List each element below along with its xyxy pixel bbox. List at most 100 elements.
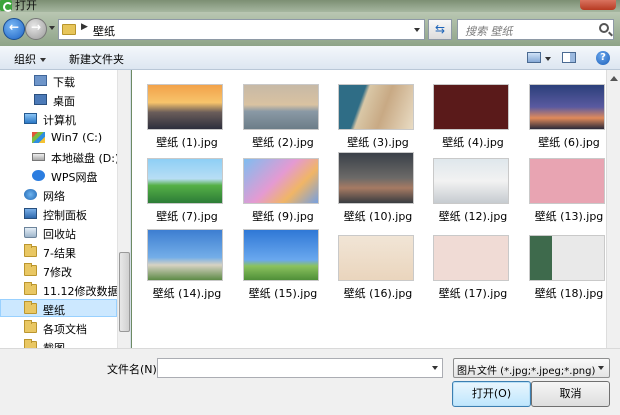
sidebar-scrollbar[interactable] [117,70,130,348]
view-options-dropdown[interactable] [545,57,551,61]
file-thumbnail [338,84,414,130]
folder-icon [24,244,37,257]
recent-locations-dropdown[interactable] [49,26,55,30]
file-thumbnail [529,158,605,204]
scroll-up-icon[interactable] [610,76,618,81]
downloads-folder-icon [34,75,47,86]
wps-cloud-icon [32,170,45,181]
refresh-button[interactable]: ⇆ [428,19,452,40]
sidebar-item-label: 7-结果 [43,247,76,260]
command-bar: 组织 新建文件夹 ? [0,46,620,70]
filename-input[interactable] [157,358,443,378]
filetype-select[interactable]: 图片文件 (*.jpg;*.jpeg;*.png) [453,358,610,378]
folder-icon [24,301,37,314]
sidebar-item-label: WPS网盘 [51,171,98,184]
search-input[interactable]: 搜索 壁纸 [457,19,614,40]
sidebar-item-label: 截图 [43,340,65,348]
file-name: 壁纸 (6).jpg [538,136,600,149]
file-name: 壁纸 (18).jpg [534,287,604,300]
desktop-icon [34,94,47,105]
new-folder-button[interactable]: 新建文件夹 [69,51,124,67]
folder-icon [24,339,37,348]
view-options-icon[interactable] [527,52,541,63]
sidebar-item-label: 桌面 [53,95,75,108]
recycle-bin-icon [24,227,37,238]
dialog-footer: 文件名(N): 图片文件 (*.jpg;*.jpeg;*.png) 打开(O) … [0,348,620,415]
preview-pane-icon[interactable] [562,52,576,63]
chevron-down-icon[interactable] [432,366,438,370]
file-thumbnail [433,84,509,130]
breadcrumb-current[interactable]: 壁纸 [93,23,115,39]
sidebar-item-label: 计算机 [43,114,76,127]
file-thumbnail [433,158,509,204]
sidebar-item-label: 网络 [43,190,65,203]
sidebar-item-label: 各项文档 [43,323,87,336]
sidebar-item-label: 本地磁盘 (D:) [51,152,120,165]
sidebar-item-label: Win7 (C:) [51,131,103,144]
address-row: ← → ▶ 壁纸 ⇆ 搜索 壁纸 [0,12,620,46]
open-button[interactable]: 打开(O) [452,381,531,407]
sidebar-item-label: 控制面板 [43,209,87,222]
drive-icon [32,153,45,161]
file-list-scrollbar[interactable] [606,70,620,348]
forward-button[interactable]: → [25,18,47,40]
folder-icon [24,263,37,276]
cancel-button[interactable]: 取消 [531,381,610,407]
file-name: 壁纸 (4).jpg [442,136,504,149]
file-thumbnail [529,84,605,130]
file-thumbnail [243,84,319,130]
breadcrumb-chevron-icon[interactable]: ▶ [81,22,88,32]
computer-icon [24,113,37,124]
file-thumbnail [147,84,223,130]
address-history-dropdown[interactable] [411,19,425,40]
address-bar[interactable]: ▶ 壁纸 [58,19,425,40]
sidebar-item-label: 11.12修改数据 [43,285,119,298]
folder-icon [24,320,37,333]
file-name: 壁纸 (9).jpg [252,210,314,223]
title-bar: 打开 [0,0,620,12]
file-thumbnail [338,152,414,204]
folder-icon [24,282,37,295]
file-name: 壁纸 (10).jpg [343,210,413,223]
file-thumbnail [433,235,509,281]
network-icon [24,189,37,200]
file-name: 壁纸 (1).jpg [156,136,218,149]
control-panel-icon [24,208,37,219]
file-name: 壁纸 (16).jpg [343,287,413,300]
filetype-value: 图片文件 (*.jpg;*.jpeg;*.png) [457,366,596,377]
file-name: 壁纸 (14).jpg [152,287,222,300]
file-thumbnail [243,229,319,281]
sidebar-item-label: 7修改 [43,266,72,279]
file-thumbnail [243,158,319,204]
navigation-pane: 下载 桌面 计算机 Win7 (C:) 本地磁盘 (D:) WPS网盘 网络 控… [0,70,131,348]
windows-drive-icon [32,132,45,143]
file-thumbnail [529,235,605,281]
file-thumbnail [147,158,223,204]
chevron-down-icon [598,366,604,370]
forward-arrow-icon: → [30,20,42,34]
file-name: 壁纸 (15).jpg [248,287,318,300]
help-icon[interactable]: ? [596,51,610,65]
file-thumbnail [338,235,414,281]
file-name: 壁纸 (12).jpg [438,210,508,223]
app-icon [0,0,13,12]
back-arrow-icon: ← [8,20,20,34]
file-thumbnail [147,229,223,281]
sidebar-item-wallpaper[interactable]: 壁纸 [0,299,117,317]
search-placeholder: 搜索 壁纸 [465,25,513,38]
close-window-button[interactable] [580,0,616,10]
file-list: 壁纸 (1).jpg 壁纸 (2).jpg 壁纸 (3).jpg 壁纸 (4).… [132,70,606,348]
sidebar-item-label: 壁纸 [43,304,65,317]
back-button[interactable]: ← [3,18,25,40]
file-name: 壁纸 (2).jpg [252,136,314,149]
file-name: 壁纸 (13).jpg [534,210,604,223]
file-name: 壁纸 (17).jpg [438,287,508,300]
folder-icon [62,24,76,35]
sidebar-scroll-thumb[interactable] [119,252,130,332]
sidebar-item-label: 回收站 [43,228,76,241]
sidebar-item-label: 下载 [53,76,75,89]
file-name: 壁纸 (7).jpg [156,210,218,223]
organize-button[interactable]: 组织 [14,51,46,67]
file-name: 壁纸 (3).jpg [347,136,409,149]
filename-label: 文件名(N): [107,363,161,376]
